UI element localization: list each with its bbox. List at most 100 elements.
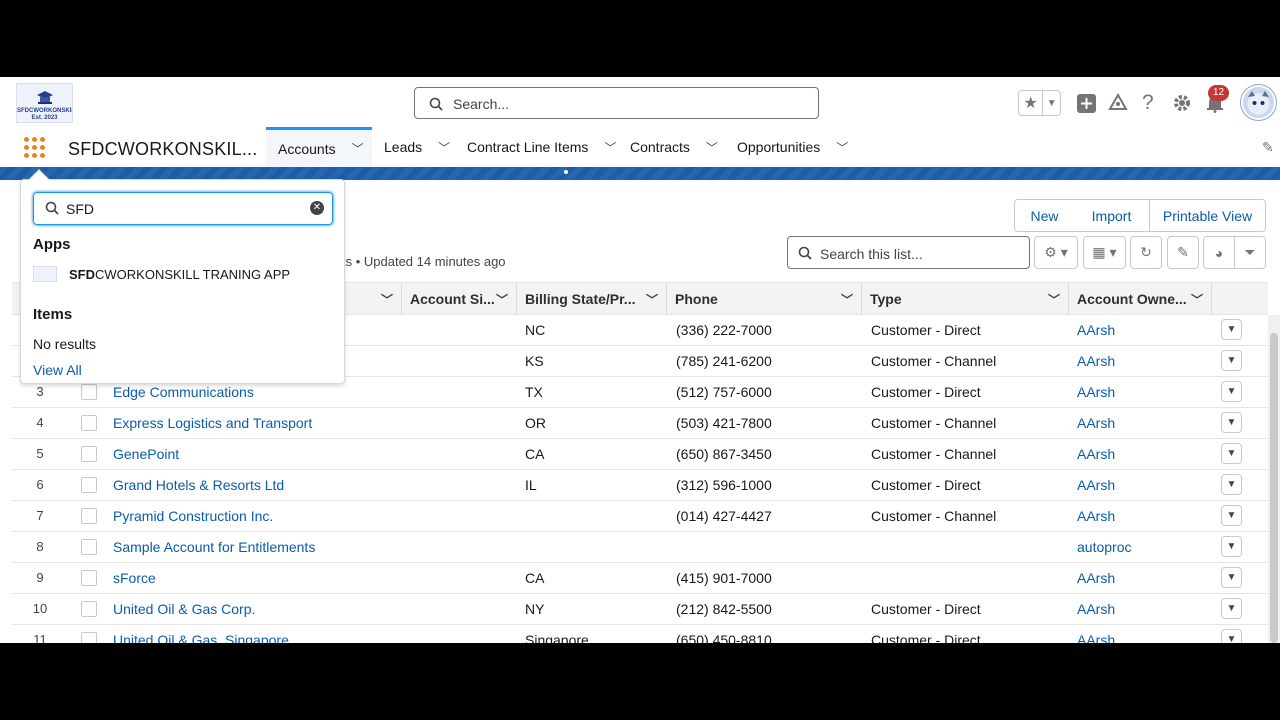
row-actions-chevron-icon[interactable]: ▼ [1221,319,1242,340]
table-row[interactable]: 7 Pyramid Construction Inc. (014) 427-4427… [12,501,1268,532]
account-owner-link[interactable]: AArsh [1077,508,1115,524]
row-actions-chevron-icon[interactable]: ▼ [1221,474,1242,495]
filter-icon[interactable]: ⏷ [1234,236,1266,269]
table-row[interactable]: 4 Express Logistics and Transport OR (503) … [12,408,1268,439]
row-select-checkbox[interactable] [81,415,97,431]
table-row[interactable]: 10 United Oil & Gas Corp. NY (212) 842-5500… [12,594,1268,625]
account-name-link[interactable]: United Oil & Gas Corp. [113,601,255,617]
row-actions-chevron-icon[interactable]: ▼ [1221,629,1242,643]
favorites-star-icon[interactable]: ★ [1019,91,1044,115]
global-search-placeholder: Search... [453,96,510,112]
row-select-checkbox[interactable] [81,632,97,643]
row-select-checkbox[interactable] [81,508,97,524]
list-search-input[interactable]: Search this list... [787,236,1030,269]
account-owner-link[interactable]: AArsh [1077,415,1115,431]
account-owner-link[interactable]: AArsh [1077,477,1115,493]
tab-contracts[interactable]: Contracts ﹀ [618,127,725,167]
row-actions-chevron-icon[interactable]: ▼ [1221,505,1242,526]
tab-accounts[interactable]: Accounts ﹀ [266,127,372,167]
account-name-link[interactable]: sForce [113,570,156,586]
global-search-input[interactable]: Search... [414,87,819,119]
row-select-checkbox[interactable] [81,384,97,400]
column-header-type[interactable]: Type ﹀ [862,283,1069,315]
chevron-down-icon[interactable]: ﹀ [1048,291,1060,308]
account-owner-link[interactable]: AArsh [1077,353,1115,369]
table-row[interactable]: 11 United Oil & Gas, Singapore Singapore (6… [12,625,1268,643]
account-name-link[interactable]: Grand Hotels & Resorts Ltd [113,477,284,493]
table-scrollbar[interactable] [1268,315,1280,643]
account-name-link[interactable]: Pyramid Construction Inc. [113,508,273,524]
chevron-down-icon[interactable]: ▼ [1043,91,1060,115]
app-name: SFDCWORKONSKIL... [68,139,258,159]
clear-search-icon[interactable]: ✕ [310,201,324,215]
favorites-button-group[interactable]: ★ ▼ [1018,90,1061,116]
app-result-item[interactable]: SFD CWORKONSKILL TRANING APP [33,266,290,282]
setup-gear-icon[interactable] [1172,93,1192,118]
scrollbar-thumb[interactable] [1270,333,1278,643]
list-controls-gear-icon[interactable]: ⚙ ▾ [1034,236,1078,269]
account-owner-link[interactable]: AArsh [1077,570,1115,586]
table-row[interactable]: 8 Sample Account for Entitlements autoproc… [12,532,1268,563]
edit-nav-pencil-icon[interactable]: ✎ [1262,139,1274,156]
app-launcher-search-input[interactable]: SFD ✕ [33,192,333,225]
row-actions-chevron-icon[interactable]: ▼ [1221,536,1242,557]
table-row[interactable]: 5 GenePoint CA (650) 867-3450 Customer - Cha… [12,439,1268,470]
row-actions-chevron-icon[interactable]: ▼ [1221,598,1242,619]
row-actions-chevron-icon[interactable]: ▼ [1221,412,1242,433]
chevron-down-icon[interactable]: ﹀ [438,139,450,156]
account-name-link[interactable]: Sample Account for Entitlements [113,539,315,555]
org-logo[interactable]: SFDCWORKONSKILL Est. 2023 [16,83,73,123]
chevron-down-icon[interactable]: ﹀ [604,139,616,156]
account-name-link[interactable]: Edge Communications [113,384,254,400]
view-all-link[interactable]: View All [33,362,82,378]
table-row[interactable]: 6 Grand Hotels & Resorts Ltd IL (312) 596-1… [12,470,1268,501]
help-icon[interactable]: ? [1142,92,1154,113]
chevron-down-icon[interactable]: ﹀ [496,291,508,308]
account-name-link[interactable]: GenePoint [113,446,179,462]
chevron-down-icon[interactable]: ﹀ [841,291,853,308]
new-button[interactable]: New [1014,199,1075,232]
account-name-link[interactable]: United Oil & Gas, Singapore [113,632,289,643]
row-select-checkbox[interactable] [81,477,97,493]
trailhead-icon[interactable] [1108,92,1128,118]
table-row[interactable]: 9 sForce CA (415) 901-7000 AArsh ▼ [12,563,1268,594]
chevron-down-icon[interactable]: ﹀ [646,291,658,308]
column-header-phone[interactable]: Phone ﹀ [667,283,862,315]
account-owner-link[interactable]: AArsh [1077,446,1115,462]
phone-cell: (212) 842-5500 [676,601,772,617]
row-select-checkbox[interactable] [81,601,97,617]
global-actions-icon[interactable] [1076,93,1097,119]
row-actions-chevron-icon[interactable]: ▼ [1221,350,1242,371]
import-button[interactable]: Import [1074,199,1150,232]
account-owner-link[interactable]: AArsh [1077,632,1115,643]
row-select-checkbox[interactable] [81,446,97,462]
chevron-down-icon[interactable]: ﹀ [381,291,393,308]
inline-edit-pencil-icon[interactable]: ✎ [1167,236,1199,269]
display-as-table-icon[interactable]: ▦ ▾ [1083,236,1126,269]
column-header-billing-state[interactable]: Billing State/Pr... ﹀ [517,283,667,315]
row-actions-chevron-icon[interactable]: ▼ [1221,381,1242,402]
user-avatar[interactable] [1241,85,1276,120]
row-actions-chevron-icon[interactable]: ▼ [1221,443,1242,464]
tab-opportunities[interactable]: Opportunities ﹀ [725,127,860,167]
account-owner-link[interactable]: AArsh [1077,384,1115,400]
account-owner-link[interactable]: autoproc [1077,539,1131,555]
chevron-down-icon[interactable]: ﹀ [1191,291,1203,308]
printable-view-button[interactable]: Printable View [1149,199,1266,232]
refresh-icon[interactable]: ↻ [1130,236,1162,269]
row-select-checkbox[interactable] [81,570,97,586]
chevron-down-icon[interactable]: ﹀ [706,139,718,156]
row-select-checkbox[interactable] [81,539,97,555]
chevron-down-icon[interactable]: ﹀ [352,140,364,157]
account-name-link[interactable]: Express Logistics and Transport [113,415,312,431]
tab-leads[interactable]: Leads ﹀ [372,127,455,167]
app-launcher-waffle-icon[interactable] [24,137,46,159]
charts-icon[interactable]: ◕ [1203,236,1235,269]
chevron-down-icon[interactable]: ﹀ [836,139,848,156]
account-owner-link[interactable]: AArsh [1077,322,1115,338]
column-header-account-owner[interactable]: Account Owne... ﹀ [1069,283,1212,315]
tab-contract-line-items[interactable]: Contract Line Items ﹀ [455,127,618,167]
account-owner-link[interactable]: AArsh [1077,601,1115,617]
column-header-account-site[interactable]: Account Si... ﹀ [402,283,517,315]
row-actions-chevron-icon[interactable]: ▼ [1221,567,1242,588]
